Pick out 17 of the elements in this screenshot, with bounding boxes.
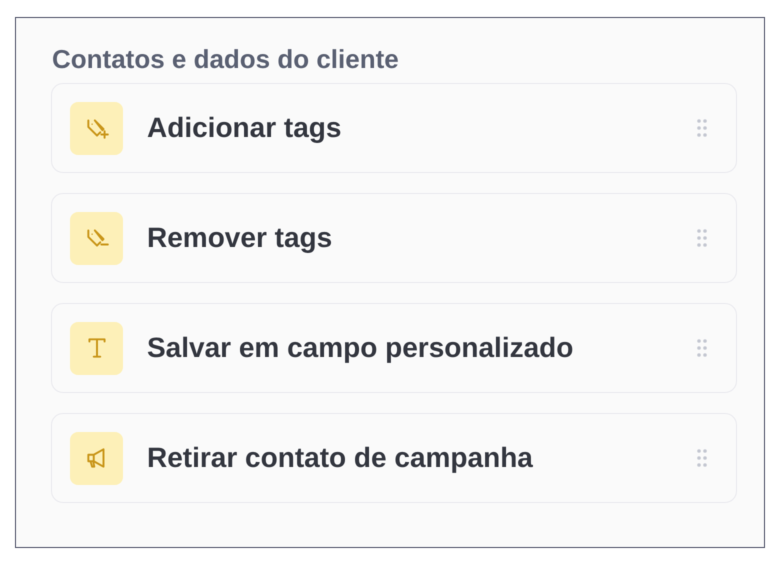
- section-title: Contatos e dados do cliente: [52, 43, 400, 75]
- action-card[interactable]: Retirar contato de campanha: [51, 413, 737, 503]
- drag-handle-icon[interactable]: [696, 448, 708, 468]
- tag-minus-icon: [70, 212, 123, 264]
- tag-plus-icon: [70, 102, 123, 154]
- drag-handle-icon[interactable]: [696, 118, 708, 138]
- action-label: Retirar contato de campanha: [147, 442, 534, 474]
- action-card[interactable]: Remover tags: [51, 193, 737, 283]
- action-label: Salvar em campo personalizado: [147, 332, 574, 364]
- action-label: Adicionar tags: [147, 112, 342, 144]
- letter-t-icon: [70, 322, 123, 374]
- drag-handle-icon[interactable]: [696, 228, 708, 248]
- action-label: Remover tags: [147, 222, 334, 254]
- megaphone-icon: [70, 432, 123, 484]
- action-card[interactable]: Salvar em campo personalizado: [51, 303, 737, 393]
- action-card[interactable]: Adicionar tags: [51, 83, 737, 173]
- drag-handle-icon[interactable]: [696, 338, 708, 358]
